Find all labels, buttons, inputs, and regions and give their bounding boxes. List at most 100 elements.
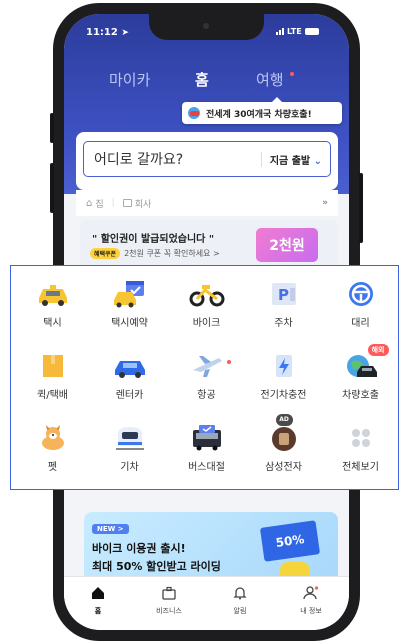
time-text: 11:12	[86, 27, 118, 38]
nav-alerts[interactable]: 알림	[210, 585, 270, 616]
search-placeholder: 어디로 갈까요?	[94, 152, 184, 168]
home-outline-icon: ⌂	[86, 197, 93, 209]
parking-icon: P	[266, 280, 302, 308]
search-card: 어디로 갈까요? 지금 출발 ⌄	[76, 132, 338, 190]
tab-mycar[interactable]: 마이카	[109, 69, 150, 90]
status-time: 11:12 ➤	[86, 27, 129, 38]
network-label: LTE	[287, 27, 302, 36]
service-taxi-reservation-label: 택시예약	[111, 318, 148, 329]
promo-title: 바이크 이용권 출시!	[92, 542, 186, 555]
tab-home[interactable]: 홈	[195, 69, 209, 90]
service-taxi[interactable]: 택시	[14, 280, 91, 329]
ad-badge: AD	[275, 414, 293, 426]
new-badge: NEW >	[92, 524, 129, 534]
overseas-badge: 해외	[367, 344, 389, 356]
nav-business[interactable]: 비즈니스	[139, 585, 199, 616]
service-pet-label: 펫	[47, 462, 58, 473]
service-bus-charter-label: 버스대절	[188, 462, 225, 473]
service-train-label: 기차	[120, 462, 139, 473]
nav-alerts-label: 알림	[233, 607, 247, 615]
services-panel: 택시 택시예약 바이크 P 주차 대리 퀵/택배 렌터카 항공 전기차충전 해외…	[10, 265, 399, 490]
banner-subtitle: 2천원 쿠폰 꼭 확인하세요 >	[124, 249, 220, 258]
rental-car-icon	[112, 352, 148, 380]
service-rental-car[interactable]: 렌터카	[91, 352, 168, 401]
divider: |	[111, 198, 115, 208]
grid-icon	[343, 424, 379, 452]
steering-wheel-icon	[343, 280, 379, 308]
nav-home[interactable]: 홈	[68, 585, 128, 616]
service-parking[interactable]: P 주차	[245, 280, 322, 329]
service-valet-driver-label: 대리	[351, 318, 370, 329]
volume-button	[50, 163, 54, 213]
recent-work[interactable]: 회사	[122, 197, 152, 210]
bell-icon	[233, 587, 247, 600]
nav-profile-label: 내 정보	[300, 607, 322, 615]
service-flight-label: 항공	[197, 390, 216, 401]
taxi-reservation-icon	[112, 280, 148, 308]
profile-icon	[303, 586, 319, 600]
depart-label: 지금 출발	[269, 155, 311, 167]
banner-title: " 할인권이 발급되었습니다 "	[92, 234, 215, 245]
service-bike-label: 바이크	[192, 318, 221, 329]
service-valet-driver[interactable]: 대리	[322, 280, 399, 329]
service-rental-car-label: 렌터카	[115, 390, 144, 401]
top-tabs: 마이카 홈 여행	[64, 69, 349, 93]
service-flight[interactable]: 항공	[168, 352, 245, 401]
recent-home[interactable]: ⌂ 집	[86, 197, 104, 210]
camera-dot	[203, 23, 209, 29]
bike-icon	[189, 280, 225, 308]
bottom-navigation: 홈 비즈니스 알림 내 정보	[64, 576, 349, 630]
service-train[interactable]: 기차	[91, 424, 168, 473]
destination-search[interactable]: 어디로 갈까요? 지금 출발 ⌄	[83, 141, 331, 177]
global-ride-icon: 해외	[343, 344, 389, 380]
service-ev-charging[interactable]: 전기차충전	[245, 352, 322, 401]
ev-charging-icon	[266, 352, 302, 380]
service-samsung-ad[interactable]: AD 삼성전자	[245, 414, 322, 473]
tab-travel[interactable]: 여행	[256, 69, 284, 90]
service-ev-charging-label: 전기차충전	[260, 390, 307, 401]
service-bike[interactable]: 바이크	[168, 280, 245, 329]
travel-new-dot	[290, 72, 294, 76]
airplane-icon	[189, 352, 231, 380]
package-icon	[35, 352, 71, 380]
travel-tooltip[interactable]: 전세계 30여개국 차량호출!	[182, 97, 342, 124]
pet-icon	[35, 424, 71, 452]
coupon-ticket: 2천원	[256, 228, 318, 262]
nav-home-label: 홈	[94, 607, 102, 615]
chevron-down-icon: ⌄	[313, 155, 322, 167]
more-arrow-icon[interactable]: »	[322, 198, 328, 208]
service-bus-charter[interactable]: 버스대절	[168, 424, 245, 473]
side-button	[50, 113, 54, 143]
samsung-ad-icon: AD	[266, 414, 302, 452]
benefit-pill: 혜택쿠폰	[90, 248, 121, 259]
briefcase-icon	[162, 586, 176, 600]
power-button	[359, 173, 363, 243]
recent-places: ⌂ 집 | 회사 »	[76, 190, 338, 216]
service-quick-delivery[interactable]: 퀵/택배	[14, 352, 91, 401]
bike-promo-banner[interactable]: NEW > 바이크 이용권 출시! 최대 50% 할인받고 라이딩 50%	[84, 512, 338, 584]
service-parking-label: 주차	[274, 318, 293, 329]
promo-subtitle: 최대 50% 할인받고 라이딩	[92, 560, 221, 573]
train-icon	[112, 424, 148, 452]
service-quick-delivery-label: 퀵/택배	[37, 390, 68, 401]
location-icon: ➤	[121, 28, 129, 38]
nav-profile[interactable]: 내 정보	[281, 585, 341, 616]
taxi-icon	[35, 280, 71, 308]
service-taxi-reservation[interactable]: 택시예약	[91, 280, 168, 329]
coupon-banner[interactable]: " 할인권이 발급되었습니다 " 혜택쿠폰 2천원 쿠폰 꼭 확인하세요 > 2…	[80, 220, 338, 270]
battery-icon	[304, 28, 319, 35]
recent-home-label: 집	[95, 199, 104, 210]
nav-business-label: 비즈니스	[156, 607, 182, 615]
banner-subtitle-row: 혜택쿠폰 2천원 쿠폰 꼭 확인하세요 >	[90, 248, 220, 259]
service-global-ride[interactable]: 해외 차량호출	[322, 344, 399, 401]
service-global-ride-label: 차량호출	[342, 390, 379, 401]
svg-text:P: P	[278, 286, 289, 304]
service-view-all[interactable]: 전체보기	[322, 424, 399, 473]
service-taxi-label: 택시	[43, 318, 62, 329]
depart-time-selector[interactable]: 지금 출발 ⌄	[260, 151, 330, 167]
globe-car-icon	[188, 107, 200, 119]
recent-work-label: 회사	[134, 199, 152, 210]
service-pet[interactable]: 펫	[14, 424, 91, 473]
tooltip-text: 전세계 30여개국 차량호출!	[206, 109, 312, 120]
service-view-all-label: 전체보기	[342, 462, 379, 473]
